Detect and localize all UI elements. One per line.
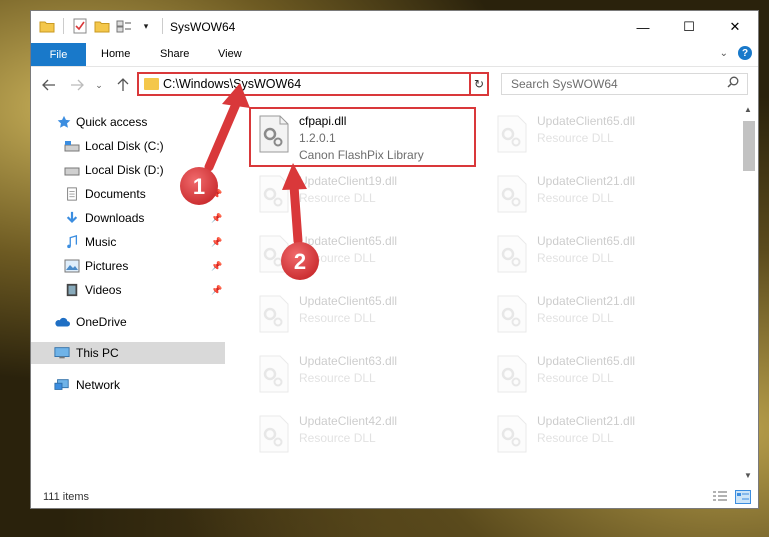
annotation-arrow-1 <box>204 83 250 172</box>
annotation-label-2: 2 <box>294 249 306 274</box>
annotation-label-1: 1 <box>193 174 205 199</box>
tutorial-annotations: 1 2 <box>180 83 319 280</box>
annotation-arrow-2 <box>282 163 307 246</box>
